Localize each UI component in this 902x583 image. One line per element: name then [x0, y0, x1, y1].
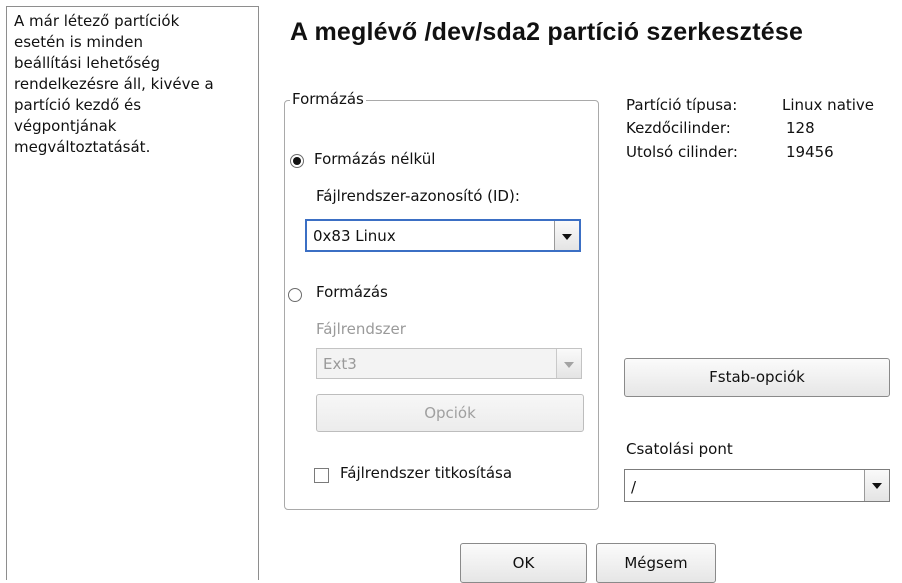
fs-id-label: Fájlrendszer-azonosító (ID): [316, 187, 520, 205]
format-group-legend: Formázás [290, 90, 366, 108]
help-line: beállítási lehetőség [14, 54, 161, 72]
fs-id-value: 0x83 Linux [313, 227, 396, 245]
mount-point-value: / [631, 478, 637, 496]
no-format-radio[interactable] [290, 154, 304, 168]
help-line: esetén is minden [14, 33, 143, 51]
help-line: A már létező partíciók [14, 12, 180, 30]
help-panel: A már létező partíciók esetén is minden … [6, 6, 259, 580]
ok-button[interactable]: OK [460, 543, 587, 583]
mount-point-label: Csatolási pont [626, 440, 733, 458]
help-line: rendelkezésre áll, kivéve a [14, 75, 214, 93]
help-line: végpontjának [14, 117, 117, 135]
fstab-options-button[interactable]: Fstab-opciók [624, 358, 890, 397]
info-label-end: Utolsó cilinder: [626, 143, 738, 161]
filesystem-label: Fájlrendszer [316, 320, 406, 338]
help-line: partíció kezdő és [14, 96, 142, 114]
info-value-end: 19456 [786, 143, 834, 161]
help-line: megváltoztatását. [14, 138, 151, 156]
mount-point-combo[interactable]: / [624, 469, 890, 502]
format-radio[interactable] [288, 288, 302, 302]
filesystem-select[interactable]: Ext3 [316, 348, 582, 379]
info-value-type: Linux native [782, 96, 875, 114]
format-label[interactable]: Formázás [316, 283, 388, 301]
info-label-type: Partíció típusa: [626, 96, 738, 114]
help-text: A már létező partíciók esetén is minden … [14, 11, 260, 158]
no-format-label[interactable]: Formázás nélkül [314, 150, 435, 168]
fs-id-select[interactable]: 0x83 Linux [305, 219, 581, 252]
encrypt-checkbox[interactable] [314, 468, 329, 483]
chevron-down-icon[interactable] [864, 470, 889, 501]
chevron-down-icon[interactable] [556, 349, 581, 378]
info-label-start: Kezdőcilinder: [626, 119, 731, 137]
options-button[interactable]: Opciók [316, 394, 584, 432]
encrypt-label[interactable]: Fájlrendszer titkosítása [340, 464, 512, 482]
chevron-down-icon[interactable] [554, 221, 579, 250]
dialog-title: A meglévő /dev/sda2 partíció szerkesztés… [290, 18, 804, 46]
info-value-start: 128 [786, 119, 815, 137]
filesystem-value: Ext3 [323, 355, 357, 373]
cancel-button[interactable]: Mégsem [596, 543, 716, 583]
